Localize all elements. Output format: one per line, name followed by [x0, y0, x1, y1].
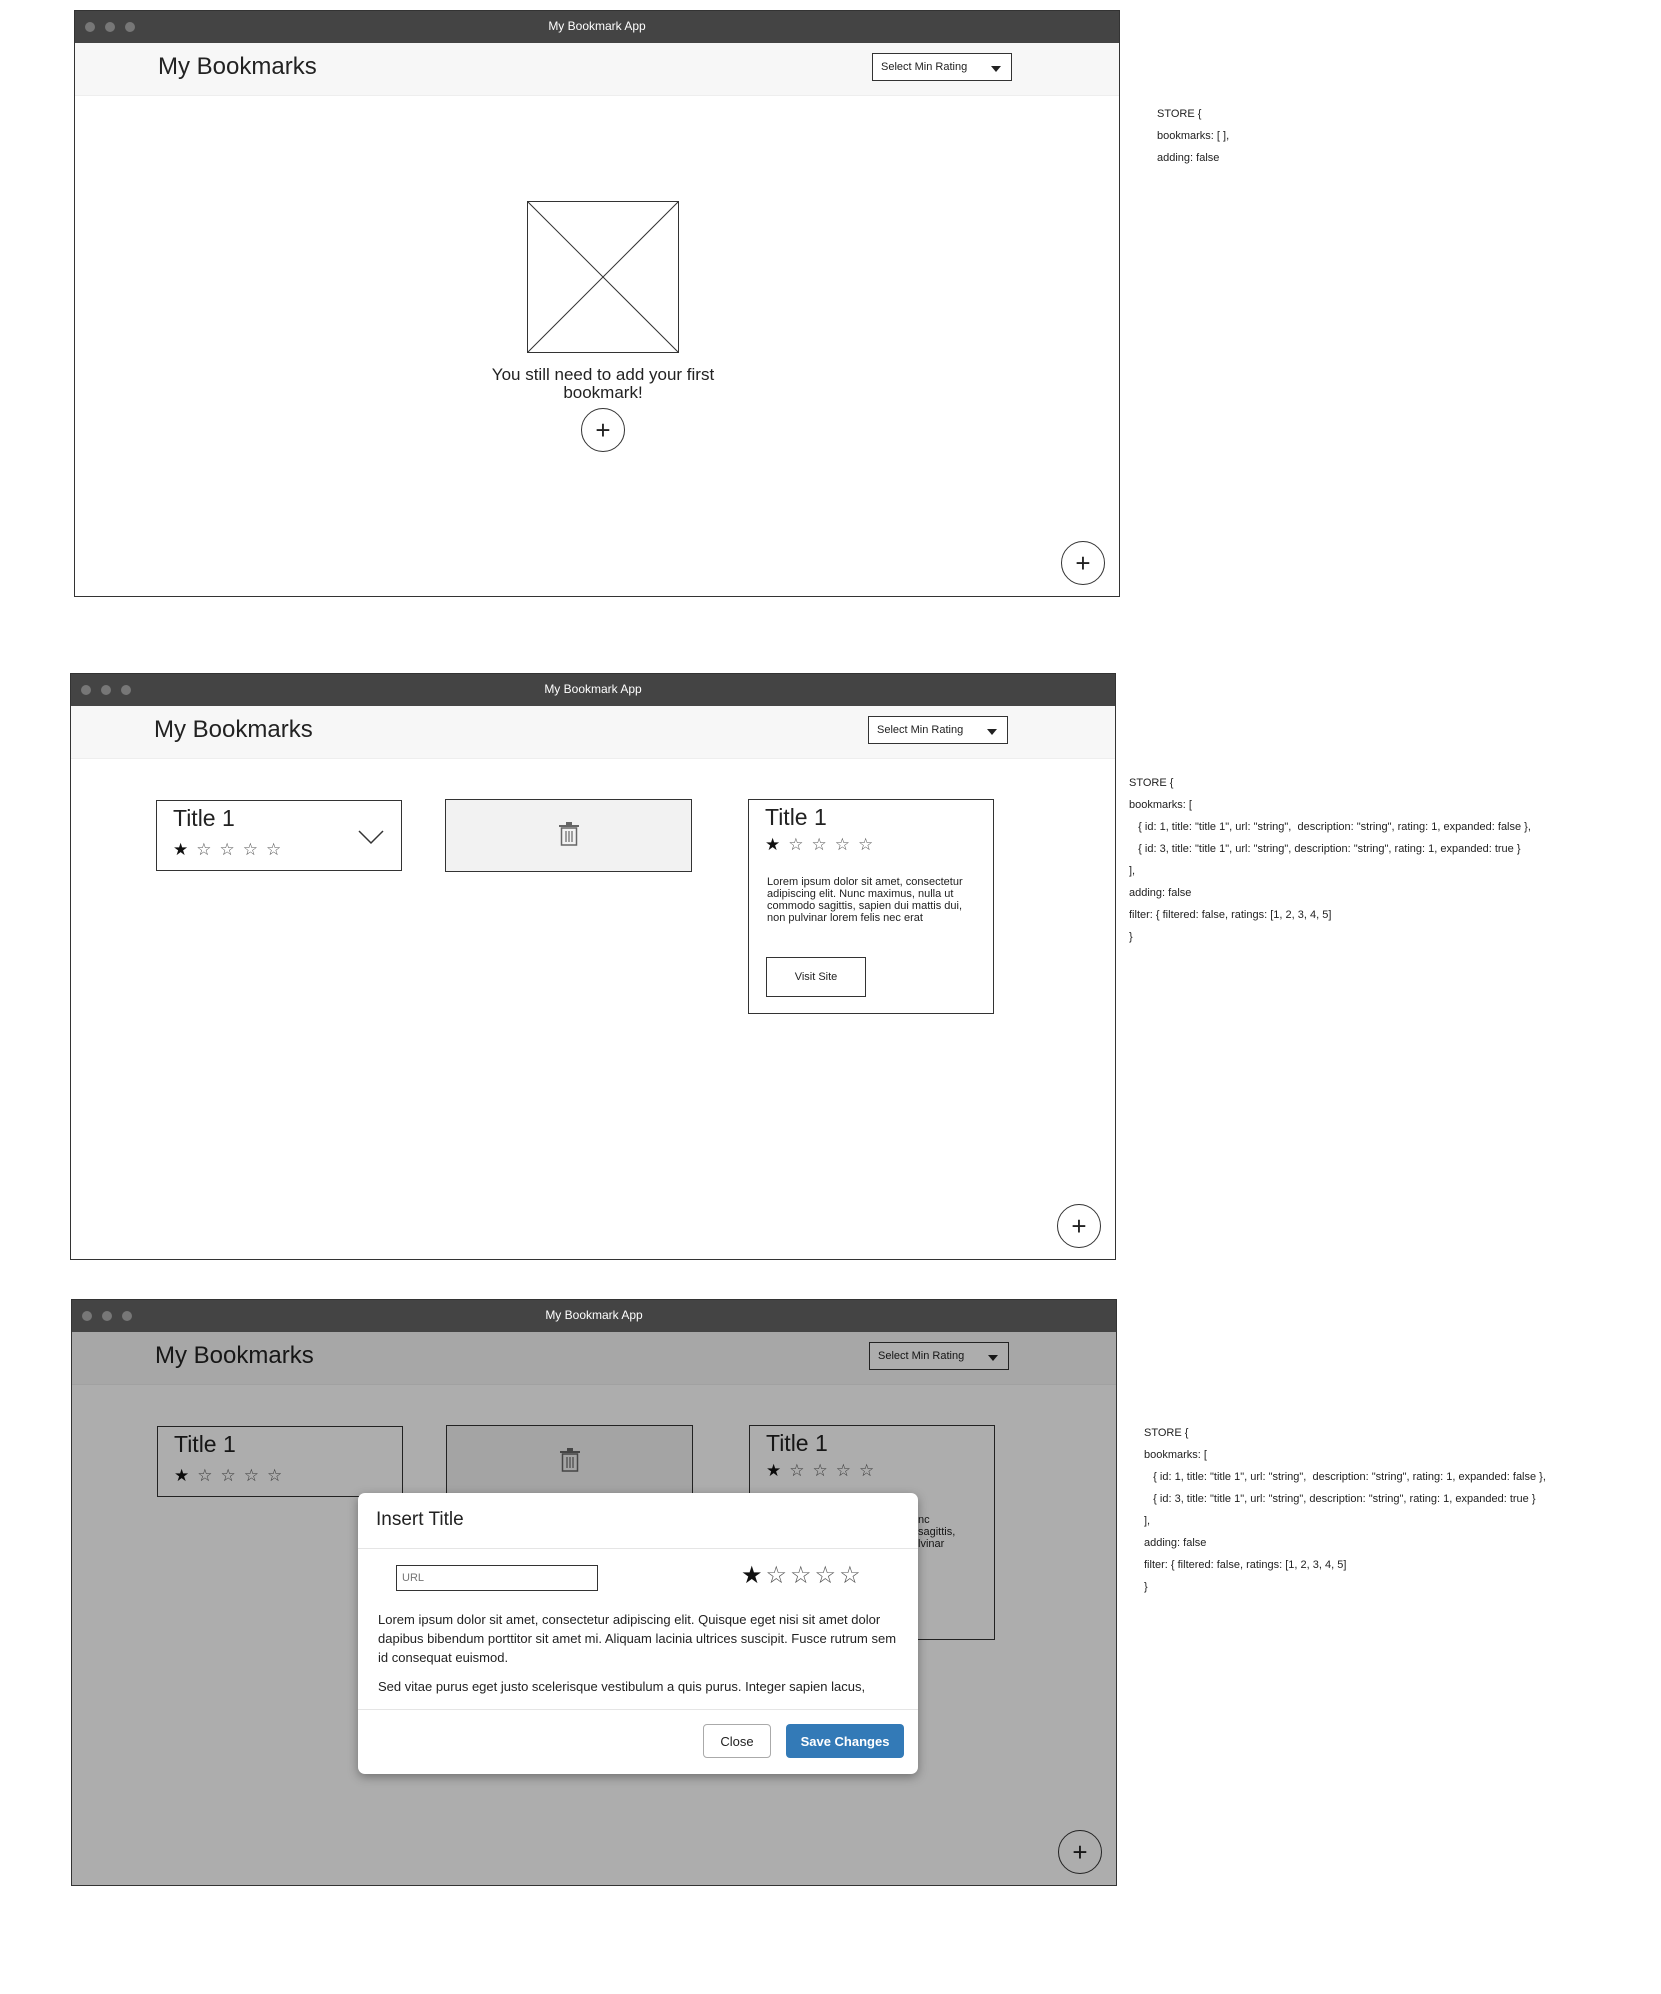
close-button[interactable]: Close	[703, 1724, 771, 1758]
store-state-1: STORE { bookmarks: [ ], adding: false	[1157, 103, 1229, 169]
modal-body: Lorem ipsum dolor sit amet, consectetur …	[378, 1610, 900, 1706]
modal-divider	[358, 1548, 918, 1549]
window-title: My Bookmark App	[544, 682, 642, 696]
window-empty-state: My Bookmark App My Bookmarks Select Min …	[74, 10, 1120, 597]
app-header: My Bookmarks Select Min Rating	[71, 706, 1115, 759]
store-line: adding: false	[1129, 887, 1192, 899]
star-empty-icon: ☆	[858, 835, 874, 854]
star-empty-icon: ☆	[242, 840, 258, 859]
store-line: { id: 1, title: "title 1", url: "string"…	[1144, 1471, 1546, 1483]
window-titlebar: My Bookmark App	[72, 1300, 1116, 1332]
rating-input-stars[interactable]: ★ ☆ ☆ ☆ ☆	[741, 1564, 861, 1588]
store-line: filter: { filtered: false, ratings: [1, …	[1144, 1559, 1347, 1571]
add-bookmark-fab[interactable]: +	[1057, 1204, 1101, 1248]
bookmark-card-expanded[interactable]: Title 1 ★ ☆ ☆ ☆ ☆ Lorem ipsum dolor sit …	[748, 799, 994, 1014]
page-title: My Bookmarks	[158, 53, 317, 80]
bookmark-description: Lorem ipsum dolor sit amet, consectetur …	[767, 876, 963, 924]
window-bookmark-list: My Bookmark App My Bookmarks Select Min …	[70, 673, 1116, 1260]
store-line: { id: 1, title: "title 1", url: "string"…	[1129, 821, 1531, 833]
min-rating-select[interactable]: Select Min Rating	[872, 53, 1012, 81]
min-rating-select-label: Select Min Rating	[877, 724, 964, 736]
modal-paragraph: Lorem ipsum dolor sit amet, consectetur …	[378, 1612, 897, 1665]
store-line: ],	[1144, 1515, 1151, 1527]
store-line: bookmarks: [	[1144, 1449, 1207, 1461]
window-title: My Bookmark App	[548, 19, 646, 33]
min-rating-select-label: Select Min Rating	[881, 61, 968, 73]
add-first-bookmark-button[interactable]: +	[581, 408, 625, 452]
store-line: bookmarks: [	[1129, 799, 1192, 811]
insert-bookmark-modal: Insert Title ★ ☆ ☆ ☆ ☆ Lorem ipsum dolor…	[358, 1493, 918, 1774]
chevron-down-icon[interactable]	[358, 829, 384, 845]
star-empty-icon: ☆	[811, 835, 827, 854]
trash-icon[interactable]	[559, 822, 579, 846]
image-placeholder-icon	[527, 201, 679, 353]
window-title: My Bookmark App	[545, 1308, 643, 1322]
page-title: My Bookmarks	[154, 716, 313, 743]
window-titlebar: My Bookmark App	[75, 11, 1119, 43]
caret-down-icon	[991, 66, 1001, 72]
plus-icon: +	[1075, 548, 1091, 578]
store-line: { id: 3, title: "title 1", url: "string"…	[1144, 1493, 1536, 1505]
min-rating-select[interactable]: Select Min Rating	[868, 716, 1008, 744]
url-input[interactable]	[396, 1565, 598, 1591]
store-line: STORE {	[1157, 108, 1202, 120]
star-empty-icon: ☆	[266, 840, 282, 859]
store-line: { id: 3, title: "title 1", url: "string"…	[1129, 843, 1521, 855]
bookmark-delete-card[interactable]	[445, 799, 692, 872]
modal-paragraph: Sed vitae purus eget justo scelerisque v…	[378, 1679, 866, 1694]
modal-divider	[358, 1709, 918, 1710]
store-line: }	[1144, 1581, 1148, 1593]
save-changes-button[interactable]: Save Changes	[786, 1724, 904, 1758]
rating-stars: ★ ☆ ☆ ☆ ☆	[765, 836, 873, 853]
star-empty-icon: ☆	[196, 840, 212, 859]
store-line: STORE {	[1144, 1427, 1189, 1439]
star-empty-icon[interactable]: ☆	[815, 1564, 837, 1588]
store-line: adding: false	[1144, 1537, 1207, 1549]
store-line: filter: { filtered: false, ratings: [1, …	[1129, 909, 1332, 921]
caret-down-icon	[987, 729, 997, 735]
empty-state-message: You still need to add your first bookmar…	[491, 365, 715, 402]
window-add-modal: My Bookmark App My Bookmarks Select Min …	[71, 1299, 1117, 1886]
bookmark-card-collapsed[interactable]: Title 1 ★ ☆ ☆ ☆ ☆	[156, 800, 402, 871]
rating-stars: ★ ☆ ☆ ☆ ☆	[173, 841, 281, 858]
add-bookmark-fab[interactable]: +	[1061, 541, 1105, 585]
store-line: }	[1129, 931, 1133, 943]
star-empty-icon: ☆	[219, 840, 235, 859]
app-header: My Bookmarks Select Min Rating	[75, 43, 1119, 96]
star-filled-icon[interactable]: ★	[741, 1564, 763, 1588]
plus-icon: +	[1071, 1211, 1087, 1241]
store-line: ],	[1129, 865, 1136, 877]
store-line: adding: false	[1157, 152, 1220, 164]
bookmark-title: Title 1	[765, 804, 827, 830]
star-filled-icon: ★	[765, 835, 781, 854]
bookmark-title: Title 1	[173, 805, 235, 831]
visit-site-button[interactable]: Visit Site	[766, 957, 866, 997]
store-state-3: STORE { bookmarks: [ { id: 1, title: "tit…	[1144, 1422, 1546, 1598]
plus-icon: +	[595, 415, 611, 445]
star-empty-icon[interactable]: ☆	[790, 1564, 812, 1588]
star-filled-icon: ★	[173, 840, 189, 859]
store-line: bookmarks: [ ],	[1157, 130, 1230, 142]
star-empty-icon: ☆	[834, 835, 850, 854]
window-titlebar: My Bookmark App	[71, 674, 1115, 706]
star-empty-icon: ☆	[788, 835, 804, 854]
modal-title: Insert Title	[376, 1509, 464, 1530]
star-empty-icon[interactable]: ☆	[766, 1564, 788, 1588]
store-state-2: STORE { bookmarks: [ { id: 1, title: "tit…	[1129, 772, 1531, 948]
star-empty-icon[interactable]: ☆	[839, 1564, 861, 1588]
store-line: STORE {	[1129, 777, 1174, 789]
